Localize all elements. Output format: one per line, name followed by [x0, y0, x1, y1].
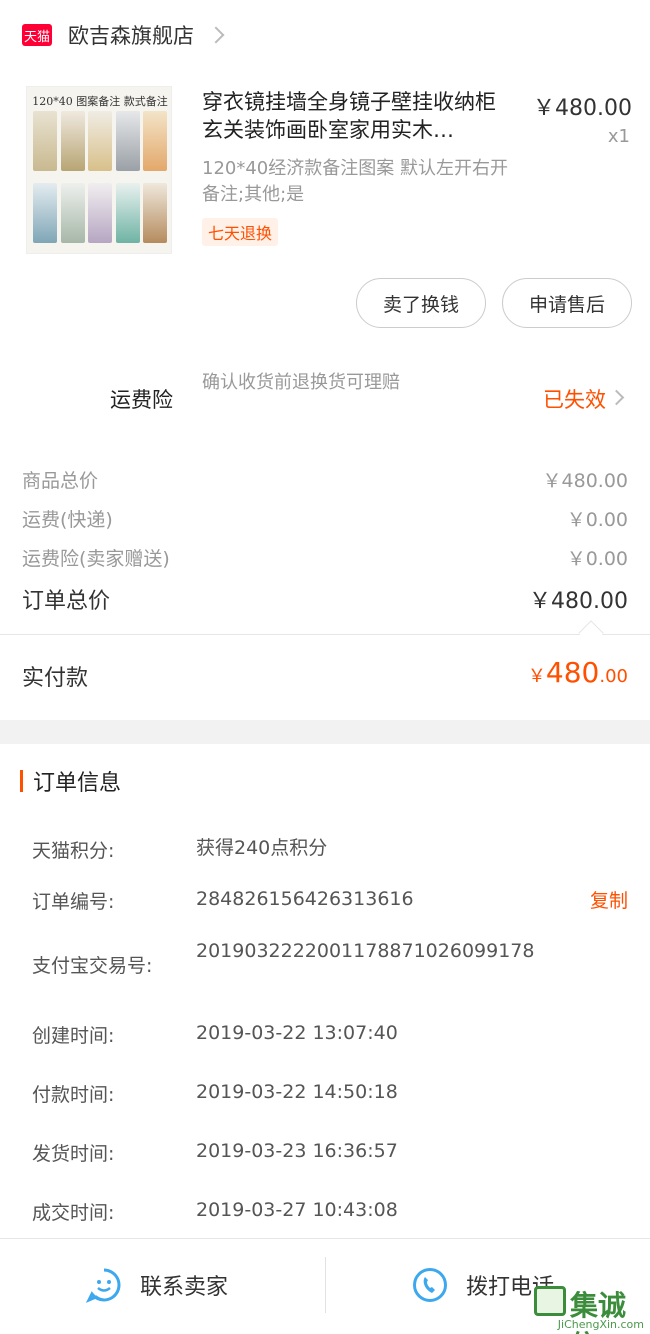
info-value: 2019-03-23 16:36:57 — [196, 1140, 398, 1162]
order-info-title: 订单信息 — [33, 771, 122, 796]
product-price: ￥480.00 — [533, 96, 632, 121]
info-label: 支付宝交易号: — [32, 955, 153, 977]
shipping-insurance-row[interactable]: 运费险 确认收货前退换货可理赔 已失效 — [0, 366, 650, 436]
order-total-value: ￥480.00 — [529, 589, 628, 614]
info-label: 付款时间: — [32, 1084, 115, 1106]
insurance-status: 已失效 — [543, 388, 606, 412]
product-thumbnail[interactable]: 120*40 图案备注 款式备注 — [26, 86, 172, 254]
after-sale-button[interactable]: 申请售后 — [502, 278, 632, 328]
info-value: 2019-03-22 13:07:40 — [196, 1022, 398, 1044]
product-actions: 卖了换钱 申请售后 — [356, 278, 632, 328]
paid-decimal: .00 — [599, 666, 628, 687]
fee-row: 商品总价 ￥480.00 — [22, 466, 628, 493]
fee-value: ￥0.00 — [566, 509, 628, 531]
thumbnail-caption: 120*40 图案备注 款式备注 — [32, 95, 168, 108]
chevron-right-icon — [608, 389, 625, 406]
paid-integer: 480 — [545, 656, 600, 689]
divider — [325, 1257, 326, 1313]
info-value: 2019-03-27 10:43:08 — [196, 1199, 398, 1221]
section-accent-bar — [20, 770, 23, 792]
watermark-url: JiChengXin.com — [557, 1318, 644, 1331]
copy-button[interactable]: 复制 — [590, 886, 628, 913]
fee-label: 商品总价 — [22, 470, 99, 492]
product-title[interactable]: 穿衣镜挂墙全身镜子壁挂收纳柜玄关装饰画卧室家用实木… — [202, 88, 512, 144]
paid-currency: ￥ — [527, 666, 546, 687]
call-phone-button[interactable]: 拨打电话 — [412, 1239, 554, 1331]
paid-row: 实付款 ￥480.00 — [0, 640, 650, 718]
order-total-row: 订单总价 ￥480.00 — [22, 583, 628, 615]
phone-icon — [413, 1268, 447, 1302]
info-value: 获得240点积分 — [196, 837, 328, 859]
info-label: 发货时间: — [32, 1143, 115, 1165]
order-info-header: 订单信息 — [20, 766, 121, 796]
order-total-label: 订单总价 — [22, 589, 111, 614]
thumbnail-row — [33, 111, 167, 171]
fee-value: ￥480.00 — [542, 470, 628, 492]
info-label: 创建时间: — [32, 1025, 115, 1047]
fee-label: 运费(快递) — [22, 509, 113, 531]
paid-amount: ￥480.00 — [528, 656, 628, 689]
fee-label: 运费险(卖家赠送) — [22, 548, 170, 570]
info-label: 订单编号: — [32, 891, 115, 913]
product-item[interactable]: 120*40 图案备注 款式备注 穿衣镜挂墙全身镜子壁挂收纳柜玄关装饰画卧室家用… — [0, 70, 650, 270]
contact-seller-button[interactable]: 联系卖家 — [86, 1239, 228, 1331]
info-value: 2019-03-22 14:50:18 — [196, 1081, 398, 1103]
sell-button[interactable]: 卖了换钱 — [356, 278, 486, 328]
insurance-label: 运费险 — [110, 388, 173, 412]
fee-row: 运费险(卖家赠送) ￥0.00 — [22, 544, 628, 571]
fee-value: ￥0.00 — [566, 548, 628, 570]
section-gap — [0, 720, 650, 744]
paid-label: 实付款 — [22, 666, 89, 691]
thumbnail-row — [33, 183, 167, 243]
fee-row: 运费(快递) ￥0.00 — [22, 505, 628, 532]
divider — [0, 634, 650, 635]
return-policy-badge: 七天退换 — [202, 218, 279, 246]
insurance-description: 确认收货前退换货可理赔 — [202, 372, 400, 393]
info-label: 成交时间: — [32, 1202, 115, 1224]
watermark-logo: 集诚信 JiChengXin.com — [534, 1284, 644, 1334]
product-quantity: x1 — [607, 126, 630, 147]
store-name[interactable]: 欧吉森旗舰店 — [68, 20, 194, 50]
watermark-box-icon — [534, 1286, 566, 1316]
chat-bubble-icon — [86, 1268, 121, 1303]
chevron-right-icon — [207, 26, 225, 44]
info-label: 天猫积分: — [32, 840, 115, 862]
alipay-trade-number-value: 2019032222001178871026099178 — [196, 940, 535, 962]
product-spec: 120*40经济款备注图案 默认左开右开备注;其他;是 — [202, 158, 508, 205]
order-number-value: 284826156426313616 — [196, 888, 414, 910]
contact-seller-label: 联系卖家 — [140, 1275, 229, 1300]
store-header[interactable]: 天猫 欧吉森旗舰店 — [0, 0, 650, 70]
tmall-logo-icon: 天猫 — [22, 24, 52, 46]
